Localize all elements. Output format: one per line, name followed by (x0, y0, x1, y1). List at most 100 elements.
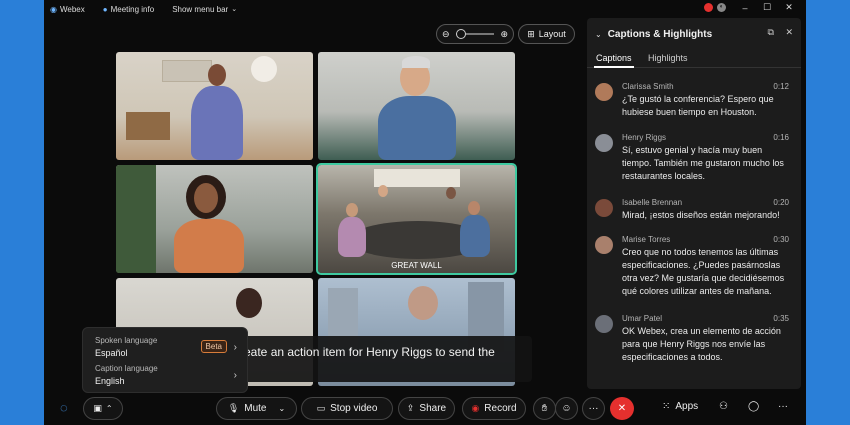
zoom-track[interactable] (456, 29, 494, 39)
collapse-chevron-icon[interactable]: ⌄ (595, 30, 602, 39)
avatar (595, 315, 613, 333)
close-icon[interactable]: ✕ (778, 2, 800, 13)
layout-grid-icon: ⊞ (527, 28, 535, 39)
end-call-button[interactable]: ✕ (610, 397, 634, 420)
avatar (595, 83, 613, 101)
avatar (595, 199, 613, 217)
record-button[interactable]: ◉ Record (462, 397, 526, 420)
caption-entry: Marise Torres 0:30 Creo que no todos ten… (595, 235, 793, 313)
chat-button[interactable]: ◯ (748, 401, 759, 412)
panel-title: Captions & Highlights (607, 28, 713, 40)
share-icon: ⇪ (406, 403, 415, 413)
caption-text: Sí, estuvo genial y hacía muy buen tiemp… (622, 145, 784, 181)
chevron-up-icon: ⌃ (105, 404, 113, 413)
participant-body (174, 219, 244, 273)
plant (116, 165, 156, 273)
wall-art (162, 60, 212, 82)
caption-time: 0:30 (773, 235, 789, 244)
app-name-label: Webex (59, 4, 85, 14)
stop-video-label: Stop video (330, 403, 378, 414)
avatar (595, 236, 613, 254)
spoken-language-row[interactable]: Spoken language Español Beta › (95, 336, 241, 358)
window-controls: ◐ – ☐ ✕ (700, 2, 800, 13)
participant-head (194, 183, 218, 213)
participants-icon: ⚇ (719, 401, 728, 412)
shelf (126, 112, 170, 140)
apps-label: Apps (675, 401, 699, 412)
participant-body (460, 215, 490, 257)
panel-header: ⌄ Captions & Highlights ⧉ ✕ (595, 26, 793, 42)
layout-button[interactable]: ⊞ Layout (518, 24, 575, 44)
maximize-icon[interactable]: ☐ (756, 2, 778, 13)
chevron-right-icon: › (233, 342, 237, 353)
caption-time: 0:16 (773, 133, 789, 142)
profile-icon[interactable]: ◐ (717, 3, 726, 12)
chevron-down-icon[interactable]: ⌄ (278, 404, 285, 413)
video-tile[interactable] (116, 165, 313, 273)
participant-head (346, 203, 358, 217)
raise-hand-button[interactable]: ✋︎ (533, 397, 556, 420)
video-tile[interactable] (116, 52, 313, 160)
zoom-slider[interactable]: ⊖ ⊕ (436, 24, 514, 44)
webex-assistant-icon[interactable]: ◌ (60, 400, 68, 415)
tab-highlights[interactable]: Highlights (648, 53, 688, 63)
caption-speaker: Henry Riggs (622, 133, 667, 142)
caption-speaker: Clarissa Smith (622, 82, 674, 91)
participant-head (378, 185, 388, 197)
participant-head (236, 288, 262, 318)
stop-video-button[interactable]: ▭ Stop video (301, 397, 393, 420)
participant-head (468, 201, 480, 215)
mute-label: Mute (244, 403, 267, 414)
meeting-info-icon: ● (102, 4, 108, 14)
tab-captions[interactable]: Captions (596, 53, 632, 63)
app-name: ◉ Webex (50, 5, 85, 14)
close-panel-icon[interactable]: ✕ (785, 27, 793, 37)
caption-speaker: Umar Patel (622, 314, 663, 323)
captions-icon: ▣ (93, 403, 102, 413)
record-icon: ◉ (471, 403, 480, 413)
whiteboard (374, 169, 460, 187)
layout-label: Layout (538, 29, 566, 39)
meeting-info-label: Meeting info (110, 4, 155, 14)
show-menu-bar-label: Show menu bar (172, 4, 229, 14)
tab-underline (594, 66, 634, 68)
participant-hair (402, 56, 430, 68)
webex-window: ◉ Webex ● Meeting info Show menu bar ⌄ ◐… (44, 0, 806, 425)
video-tile[interactable] (318, 52, 515, 160)
video-tile-active[interactable]: GREAT WALL (316, 163, 517, 275)
meeting-info-button[interactable]: ● Meeting info (103, 5, 154, 14)
apps-button[interactable]: ⁙ Apps (662, 401, 698, 412)
webex-logo-icon: ◉ (50, 4, 57, 14)
more-panels-button[interactable]: ··· (778, 401, 788, 412)
pendant-lamp (251, 56, 277, 82)
zoom-knob[interactable] (456, 29, 466, 39)
avatar (595, 134, 613, 152)
caption-language-value: English (95, 376, 125, 386)
participants-button[interactable]: ⚇ (719, 401, 728, 412)
caption-speaker: Marise Torres (622, 235, 671, 244)
caption-language-row[interactable]: Caption language English › (95, 364, 241, 386)
more-options-button[interactable]: ··· (582, 397, 605, 420)
caption-text: OK Webex, crea un elemento de acción par… (622, 326, 781, 362)
chevron-right-icon: › (233, 370, 237, 381)
microphone-icon: 🎙︎ (227, 403, 240, 413)
record-label: Record (484, 403, 517, 414)
participant-head (446, 187, 456, 199)
notification-icon[interactable] (704, 3, 713, 12)
show-menu-bar-button[interactable]: Show menu bar ⌄ (172, 5, 237, 14)
share-button[interactable]: ⇪ Share (398, 397, 455, 420)
zoom-out-icon[interactable]: ⊖ (442, 29, 450, 40)
more-icon: ··· (588, 403, 599, 414)
zoom-in-icon[interactable]: ⊕ (500, 29, 508, 40)
participant-body (378, 96, 456, 160)
reactions-button[interactable]: ☺ (555, 397, 578, 420)
chat-icon: ◯ (748, 401, 760, 412)
captions-panel: ⌄ Captions & Highlights ⧉ ✕ Captions Hig… (587, 18, 801, 389)
live-caption-bar: eate an action item for Henry Riggs to s… (234, 336, 532, 382)
close-icon: ✕ (617, 403, 627, 414)
captions-toggle-button[interactable]: ▣ ⌃ (83, 397, 123, 420)
mute-button[interactable]: 🎙︎ Mute ⌄ (216, 397, 297, 420)
minimize-icon[interactable]: – (734, 3, 756, 13)
pop-out-icon[interactable]: ⧉ (768, 27, 774, 37)
tile-name: GREAT WALL (391, 261, 442, 270)
